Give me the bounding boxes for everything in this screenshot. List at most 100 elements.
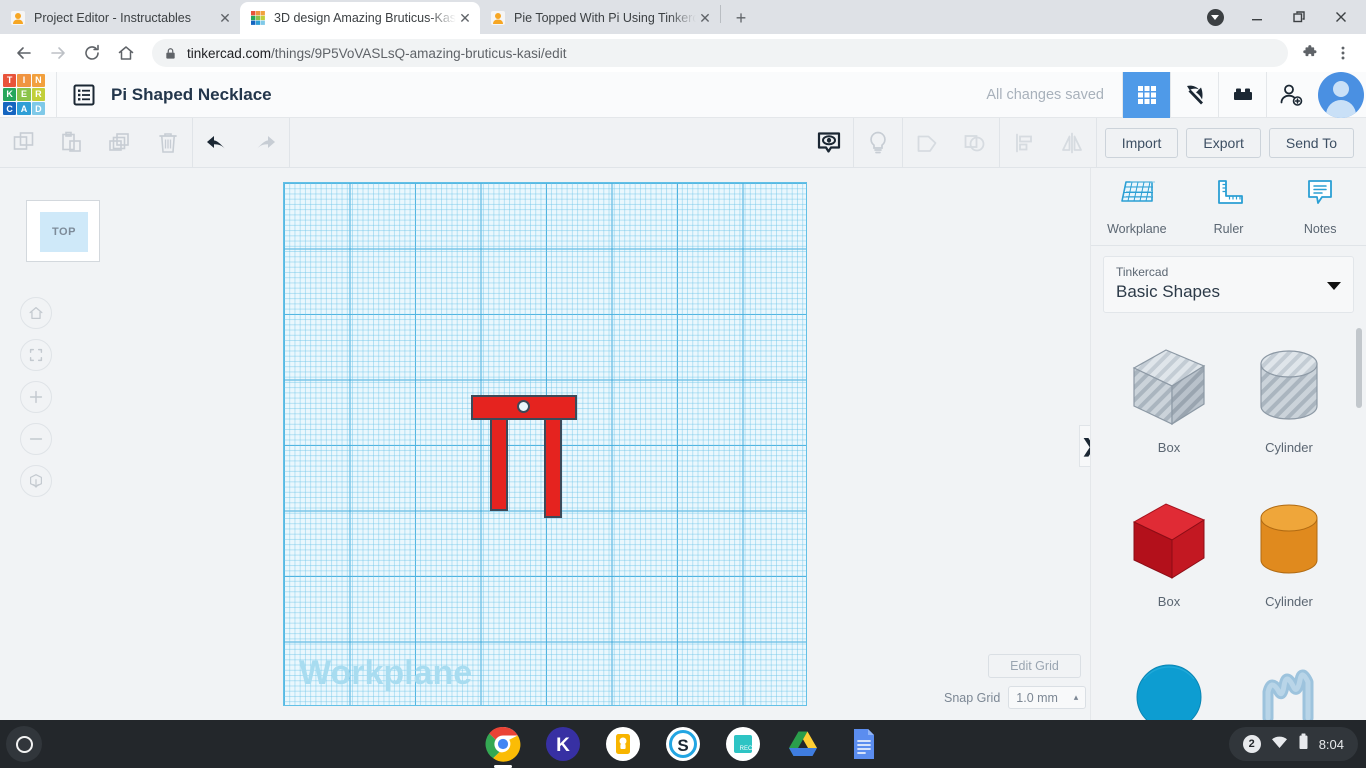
avatar[interactable] — [1318, 72, 1364, 118]
shape-item-box-solid[interactable]: Box — [1109, 482, 1229, 634]
show-hide-button[interactable] — [805, 118, 853, 168]
tab-close-icon[interactable]: ✕ — [216, 9, 234, 27]
ungroup-button[interactable] — [951, 118, 999, 168]
tab-search-button[interactable] — [1194, 1, 1236, 33]
caret-down-icon — [1207, 9, 1224, 26]
lego-brick-button[interactable] — [1218, 72, 1266, 118]
window-minimize-button[interactable] — [1236, 1, 1278, 33]
workplane-grid[interactable]: Workplane — [283, 182, 807, 706]
trash-button[interactable] — [144, 118, 192, 168]
logo-tile-d: D — [32, 102, 45, 115]
reload-button[interactable] — [76, 37, 108, 69]
shape-label: Cylinder — [1265, 440, 1313, 455]
address-bar[interactable]: tinkercad.com/things/9P5VoVASLsQ-amazing… — [152, 39, 1288, 67]
tab-close-icon[interactable]: ✕ — [456, 9, 474, 27]
notes-icon — [1302, 177, 1338, 216]
shape-item-cylinder-solid[interactable]: Cylinder — [1229, 482, 1349, 634]
copy-button[interactable] — [0, 118, 48, 168]
lightbulb-button[interactable] — [854, 118, 902, 168]
edit-grid-button[interactable]: Edit Grid — [988, 654, 1081, 678]
panel-tools: Workplane Ruler — [1091, 168, 1366, 246]
ortho-perspective-button[interactable] — [20, 465, 52, 497]
logo-tile-e: E — [17, 88, 30, 101]
notification-badge: 2 — [1243, 735, 1261, 753]
zoom-out-button[interactable] — [20, 423, 52, 455]
undo-button[interactable] — [193, 118, 241, 168]
browser-tab-0[interactable]: Project Editor - Instructables ✕ — [0, 2, 240, 34]
browser-omnibar: tinkercad.com/things/9P5VoVASLsQ-amazing… — [0, 34, 1366, 72]
panel-scrollbar-thumb[interactable] — [1356, 328, 1362, 408]
home-view-button[interactable] — [20, 297, 52, 329]
omnibar-actions — [1296, 38, 1358, 68]
wifi-icon — [1271, 735, 1288, 754]
ruler-icon — [1211, 177, 1247, 216]
edit-toolbar: Import Export Send To — [0, 118, 1366, 168]
google-keep-icon — [605, 726, 641, 762]
url-host: tinkercad.com — [187, 46, 271, 61]
paste-button[interactable] — [48, 118, 96, 168]
skype-app[interactable]: S — [665, 726, 701, 762]
fit-all-button[interactable] — [20, 339, 52, 371]
tab-title: Pie Topped With Pi Using Tinkercad — [514, 11, 696, 25]
workplane-tool[interactable]: Workplane — [1091, 168, 1183, 245]
red-box-icon — [1124, 498, 1214, 584]
svg-text:K: K — [556, 735, 570, 756]
tinkercad-logo-icon[interactable]: T I N K E R C A D — [2, 73, 46, 117]
pi-shaped-necklace-model[interactable] — [471, 395, 591, 519]
snap-grid-select[interactable]: 1.0 mm ▴ — [1008, 686, 1086, 709]
export-button[interactable]: Export — [1186, 128, 1260, 158]
home-button[interactable] — [110, 37, 142, 69]
docs-app[interactable] — [845, 726, 881, 762]
view-cube[interactable]: TOP — [26, 200, 100, 262]
notes-tool[interactable]: Notes — [1274, 168, 1366, 245]
drive-app[interactable] — [785, 726, 821, 762]
browser-tab-1[interactable]: 3D design Amazing Bruticus-Kasi ✕ — [240, 2, 480, 34]
chrome-app[interactable] — [485, 726, 521, 762]
screencast-app[interactable]: REC — [725, 726, 761, 762]
shape-item-sphere[interactable] — [1109, 636, 1229, 720]
back-button[interactable] — [8, 37, 40, 69]
shape-item-box-hole[interactable]: Box — [1109, 328, 1229, 480]
invite-people-button[interactable] — [1266, 72, 1314, 118]
library-selector[interactable]: Tinkercad Basic Shapes — [1103, 256, 1354, 313]
redo-button[interactable] — [241, 118, 289, 168]
new-tab-button[interactable]: + — [727, 4, 755, 32]
system-tray[interactable]: 2 8:04 — [1229, 727, 1358, 761]
workplane-label: Workplane — [299, 654, 472, 693]
save-status: All changes saved — [986, 87, 1104, 103]
library-selector-wrap: Tinkercad Basic Shapes — [1091, 246, 1366, 313]
caret-up-icon: ▴ — [1074, 692, 1079, 703]
ruler-tool[interactable]: Ruler — [1183, 168, 1275, 245]
editor-canvas[interactable]: Workplane Edit Grid Snap Grid 1.0 mm ▴ — [0, 168, 1090, 720]
align-button[interactable] — [1000, 118, 1048, 168]
kami-k-icon: K — [545, 726, 581, 762]
view-cube-label: TOP — [40, 212, 88, 252]
forward-button[interactable] — [42, 37, 74, 69]
zoom-in-button[interactable] — [20, 381, 52, 413]
project-list-icon[interactable] — [71, 82, 97, 108]
page-title[interactable]: Pi Shaped Necklace — [111, 85, 272, 105]
shape-item-scribble[interactable] — [1229, 636, 1349, 720]
kebab-menu-icon[interactable] — [1328, 38, 1358, 68]
mirror-button[interactable] — [1048, 118, 1096, 168]
duplicate-button[interactable] — [96, 118, 144, 168]
shapes-panel: Workplane Ruler — [1090, 168, 1366, 720]
screencast-icon: REC — [725, 726, 761, 762]
snap-grid-row: Snap Grid 1.0 mm ▴ — [944, 686, 1086, 709]
keep-app[interactable] — [605, 726, 641, 762]
logo-tile-a: A — [17, 102, 30, 115]
window-restore-button[interactable] — [1278, 1, 1320, 33]
kami-app[interactable]: K — [545, 726, 581, 762]
group-button[interactable] — [903, 118, 951, 168]
shape-item-cylinder-hole[interactable]: Cylinder — [1229, 328, 1349, 480]
tab-close-icon[interactable]: ✕ — [696, 9, 714, 27]
panel-scrollbar[interactable] — [1356, 328, 1362, 668]
puzzle-icon[interactable] — [1296, 38, 1326, 68]
browser-tab-2[interactable]: Pie Topped With Pi Using Tinkercad ✕ — [480, 2, 720, 34]
library-source: Tinkercad — [1116, 265, 1341, 279]
blocks-grid-button[interactable] — [1122, 72, 1170, 118]
pickaxe-button[interactable] — [1170, 72, 1218, 118]
send-to-button[interactable]: Send To — [1269, 128, 1354, 158]
window-close-button[interactable] — [1320, 1, 1362, 33]
import-button[interactable]: Import — [1105, 128, 1179, 158]
